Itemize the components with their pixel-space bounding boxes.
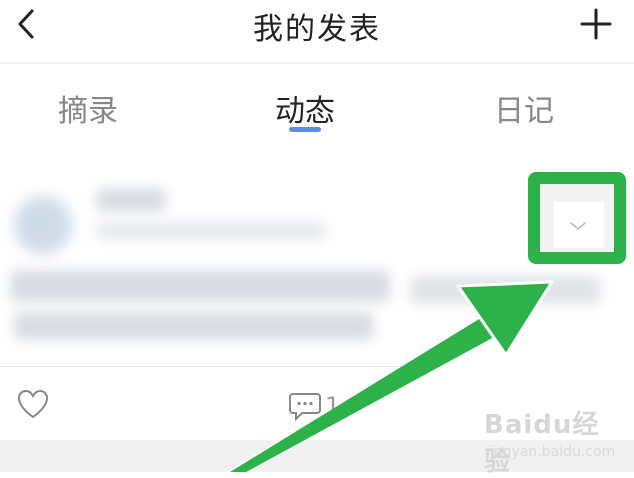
post-text-line-1b xyxy=(410,276,600,304)
page-title: 我的发表 xyxy=(253,12,381,47)
post-divider xyxy=(0,366,440,367)
tab-bar: 摘录 动态 日记 xyxy=(0,64,634,144)
top-bar: 我的发表 xyxy=(0,0,634,60)
post-time-blurred xyxy=(96,222,326,240)
tab-excerpts[interactable]: 摘录 xyxy=(58,86,118,130)
active-tab-indicator xyxy=(289,127,321,132)
comment-count: 1 xyxy=(325,392,341,420)
post-text-line-1 xyxy=(10,270,390,302)
watermark: Baidu经验 jingyan.baidu.com xyxy=(484,398,624,477)
more-options-button[interactable] xyxy=(554,202,604,248)
username-blurred xyxy=(96,188,166,212)
watermark-logo: Baidu经验 xyxy=(484,410,600,477)
heart-icon[interactable] xyxy=(16,388,50,422)
comment-icon[interactable] xyxy=(288,388,322,422)
watermark-url: jingyan.baidu.com xyxy=(486,444,616,460)
plus-icon[interactable] xyxy=(580,8,612,40)
avatar[interactable] xyxy=(14,196,72,254)
tab-diary[interactable]: 日记 xyxy=(494,86,554,130)
chevron-down-icon[interactable] xyxy=(568,216,588,236)
post-text-line-2 xyxy=(14,312,374,340)
annotation-highlight-box xyxy=(528,172,626,264)
tab-moments[interactable]: 动态 xyxy=(275,86,335,130)
